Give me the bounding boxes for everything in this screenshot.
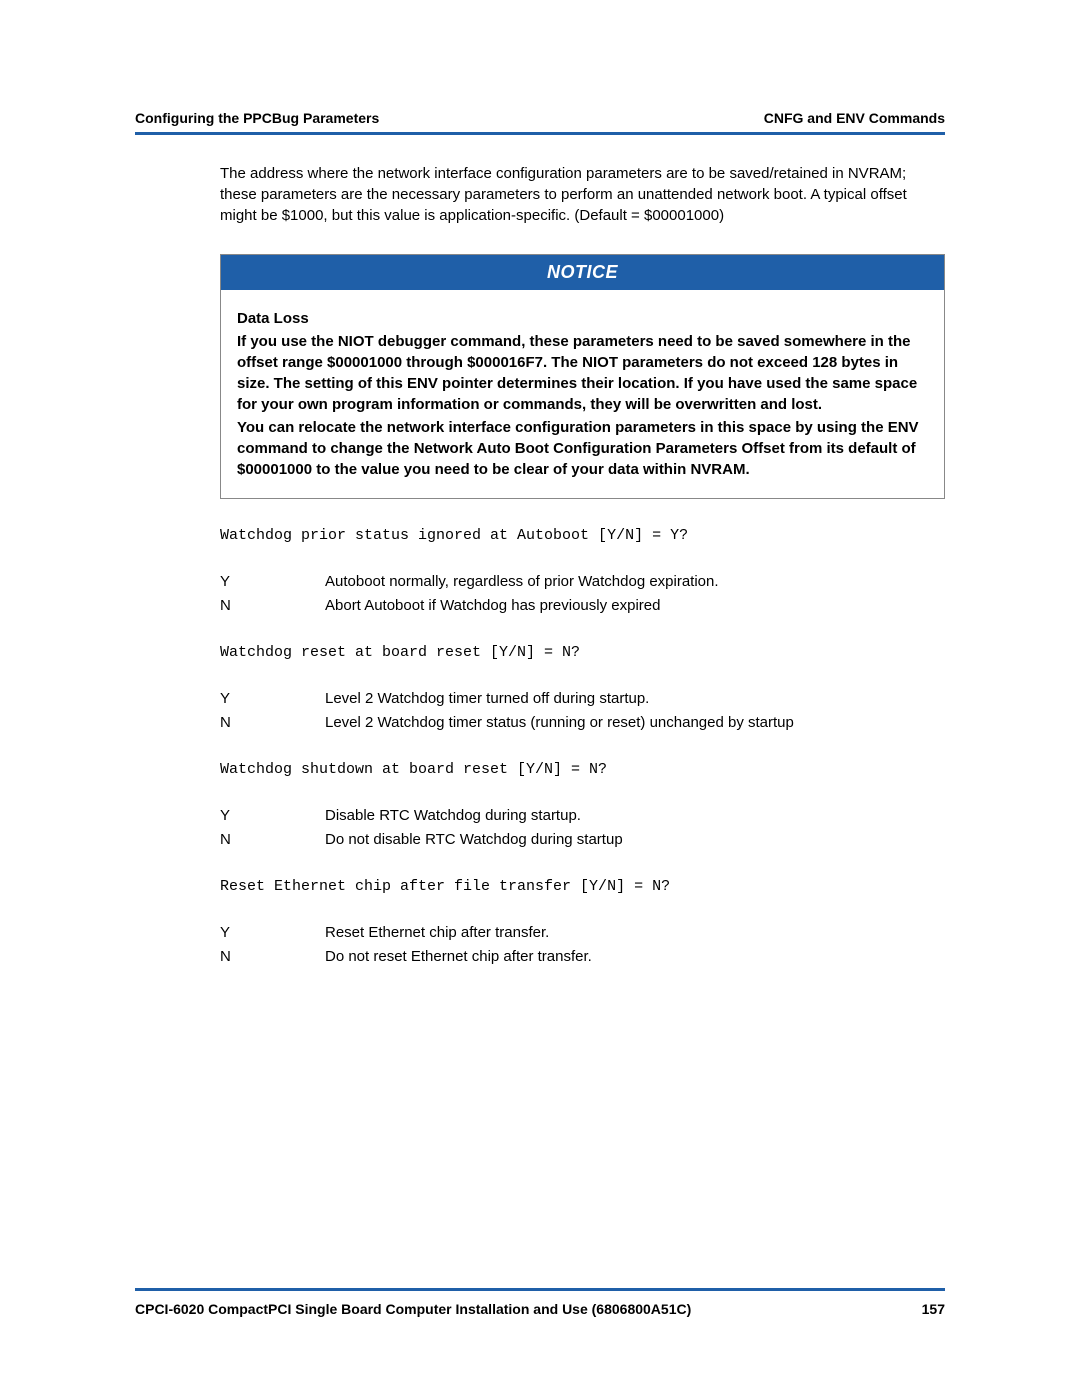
option-row: N Do not reset Ethernet chip after trans… [220,945,945,969]
page-footer: CPCI-6020 CompactPCI Single Board Comput… [135,1288,945,1317]
option-key: N [220,594,325,618]
option-value: Autoboot normally, regardless of prior W… [325,570,945,594]
option-key: N [220,828,325,852]
document-page: Configuring the PPCBug Parameters CNFG a… [0,0,1080,1397]
option-value: Level 2 Watchdog timer status (running o… [325,711,945,735]
header-rule [135,132,945,135]
option-key: Y [220,921,325,945]
config-prompt: Watchdog prior status ignored at Autoboo… [220,527,945,544]
option-table: Y Level 2 Watchdog timer turned off duri… [220,687,945,735]
config-prompt: Reset Ethernet chip after file transfer … [220,878,945,895]
option-value: Level 2 Watchdog timer turned off during… [325,687,945,711]
notice-box: NOTICE Data Loss If you use the NIOT deb… [220,254,945,499]
page-header: Configuring the PPCBug Parameters CNFG a… [135,110,945,126]
option-row: Y Level 2 Watchdog timer turned off duri… [220,687,945,711]
header-right: CNFG and ENV Commands [764,110,945,126]
option-key: Y [220,570,325,594]
config-prompt: Watchdog shutdown at board reset [Y/N] =… [220,761,945,778]
option-value: Do not disable RTC Watchdog during start… [325,828,945,852]
option-value: Reset Ethernet chip after transfer. [325,921,945,945]
option-row: N Do not disable RTC Watchdog during sta… [220,828,945,852]
notice-title: Data Loss [237,308,928,329]
body-content: The address where the network interface … [220,163,945,969]
notice-bar: NOTICE [221,255,944,290]
option-key: N [220,945,325,969]
notice-paragraph: You can relocate the network interface c… [237,417,928,480]
option-row: Y Autoboot normally, regardless of prior… [220,570,945,594]
page-number: 157 [922,1301,945,1317]
option-row: N Abort Autoboot if Watchdog has previou… [220,594,945,618]
header-left: Configuring the PPCBug Parameters [135,110,379,126]
option-table: Y Disable RTC Watchdog during startup. N… [220,804,945,852]
option-key: Y [220,687,325,711]
option-table: Y Autoboot normally, regardless of prior… [220,570,945,618]
intro-paragraph: The address where the network interface … [220,163,945,226]
config-prompt: Watchdog reset at board reset [Y/N] = N? [220,644,945,661]
notice-paragraph: If you use the NIOT debugger command, th… [237,331,928,415]
option-key: N [220,711,325,735]
footer-rule [135,1288,945,1291]
notice-body: Data Loss If you use the NIOT debugger c… [221,290,944,498]
option-row: Y Disable RTC Watchdog during startup. [220,804,945,828]
option-value: Disable RTC Watchdog during startup. [325,804,945,828]
footer-row: CPCI-6020 CompactPCI Single Board Comput… [135,1301,945,1317]
option-key: Y [220,804,325,828]
option-row: N Level 2 Watchdog timer status (running… [220,711,945,735]
option-row: Y Reset Ethernet chip after transfer. [220,921,945,945]
option-table: Y Reset Ethernet chip after transfer. N … [220,921,945,969]
option-value: Do not reset Ethernet chip after transfe… [325,945,945,969]
footer-left: CPCI-6020 CompactPCI Single Board Comput… [135,1301,691,1317]
option-value: Abort Autoboot if Watchdog has previousl… [325,594,945,618]
